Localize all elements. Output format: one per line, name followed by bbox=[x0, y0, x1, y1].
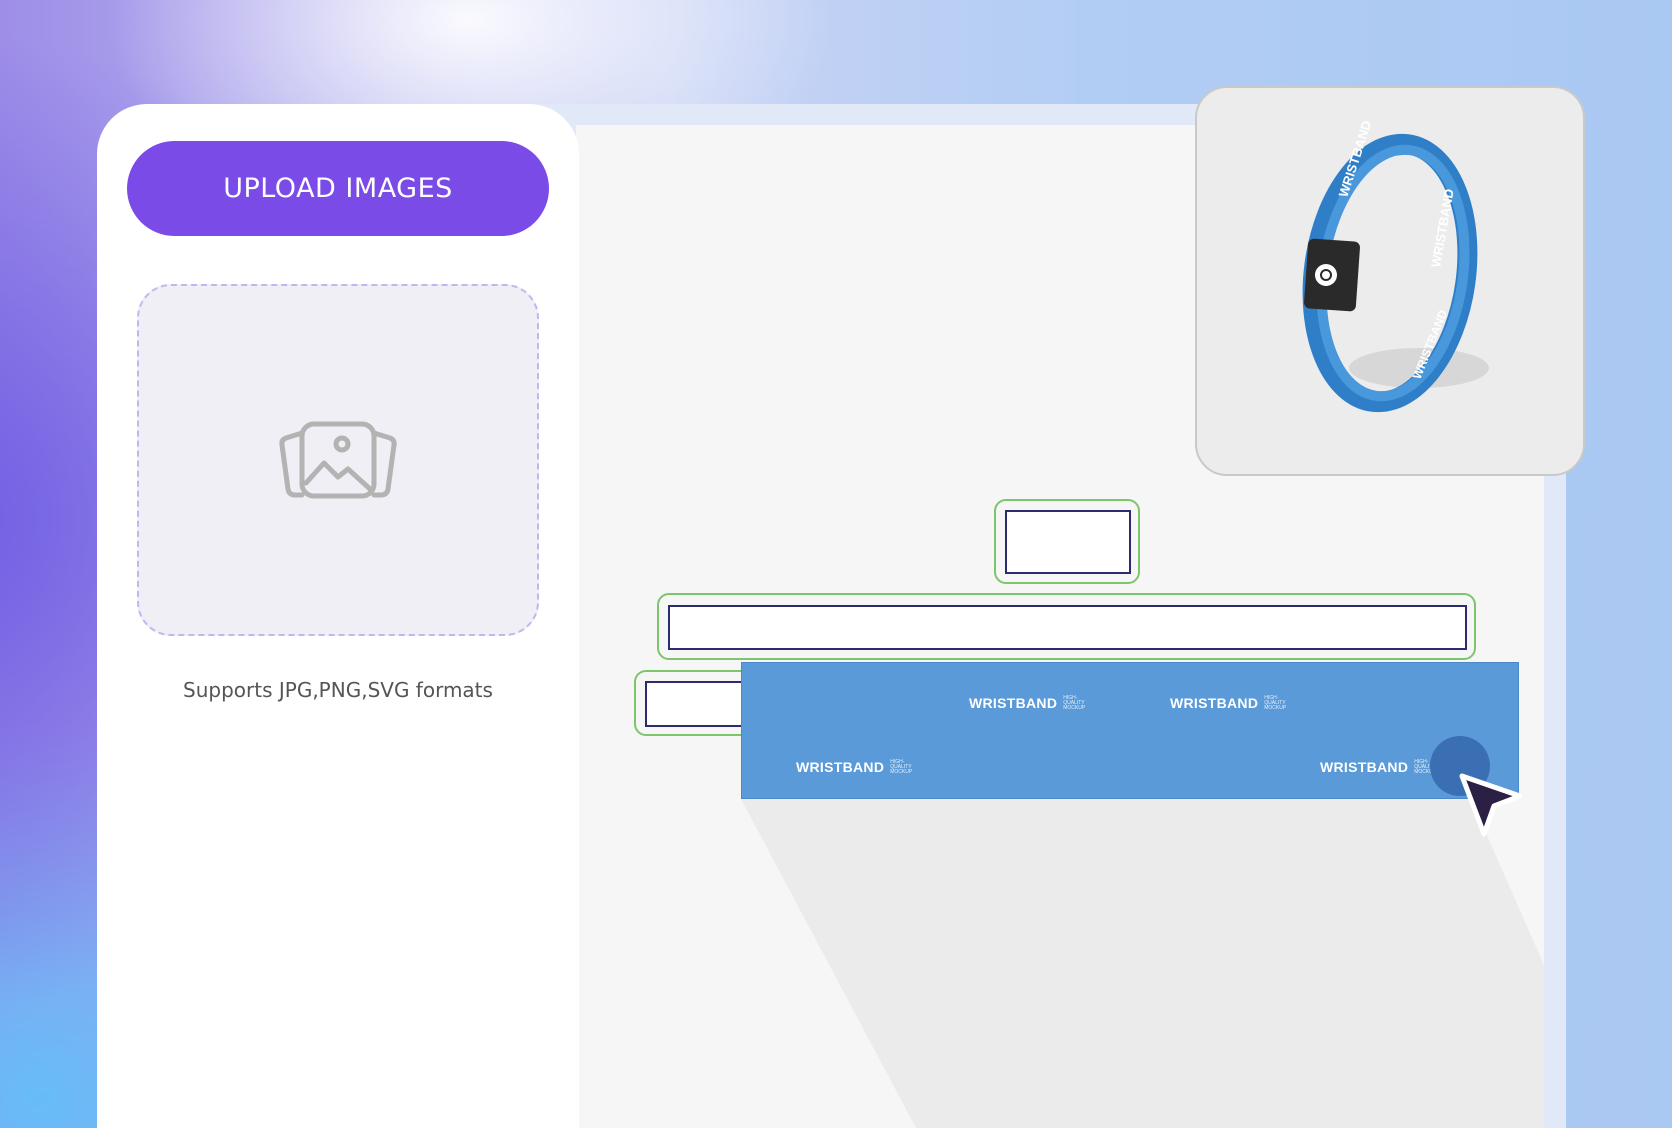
band-label: WRISTBAND HIGH-QUALITY MOCKUP bbox=[1170, 694, 1287, 711]
field-outline-small[interactable] bbox=[994, 499, 1140, 584]
band-label: WRISTBAND HIGH-QUALITY MOCKUP bbox=[796, 758, 913, 775]
upload-images-button[interactable]: UPLOAD IMAGES bbox=[127, 141, 549, 236]
field-outline-partial[interactable] bbox=[634, 670, 755, 736]
wristband-artwork[interactable]: WRISTBAND HIGH-QUALITY MOCKUP WRISTBAND … bbox=[741, 662, 1519, 799]
field-outline-wide[interactable] bbox=[657, 593, 1476, 660]
supported-formats-text: Supports JPG,PNG,SVG formats bbox=[183, 678, 493, 702]
image-gallery-icon bbox=[279, 421, 397, 499]
sidebar: UPLOAD IMAGES Supports JPG,PNG,SVG forma… bbox=[97, 104, 579, 1128]
wristband-preview: WRISTBAND WRISTBAND WRISTBAND bbox=[1302, 119, 1489, 413]
field-input-wide[interactable] bbox=[668, 605, 1467, 650]
band-label: WRISTBAND HIGH-QUALITY MOCKUP bbox=[1320, 758, 1437, 775]
band-label: WRISTBAND HIGH-QUALITY MOCKUP bbox=[969, 694, 1086, 711]
field-input-small[interactable] bbox=[1005, 510, 1131, 574]
field-input-partial[interactable] bbox=[645, 681, 755, 727]
svg-text:WRISTBAND: WRISTBAND bbox=[1428, 188, 1457, 269]
mockup-preview: WRISTBAND WRISTBAND WRISTBAND bbox=[1195, 86, 1585, 476]
pointer-arrow-icon bbox=[1459, 773, 1523, 837]
image-dropzone[interactable] bbox=[137, 284, 539, 636]
